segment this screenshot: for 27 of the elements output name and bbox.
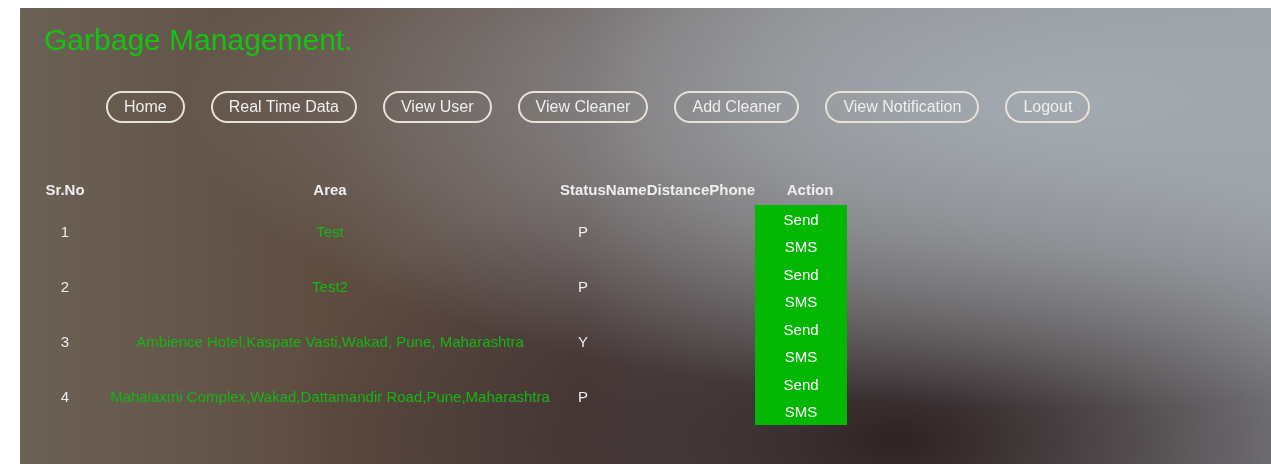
table-cell-text: Ambience Hotel,Kaspate Vasti,Wakad, Pune, Maharashtra [135,332,525,353]
table-cell-text: 1 [59,222,71,243]
nav-button[interactable]: View Notification [825,91,980,123]
site-title: Garbage Management. [43,22,354,58]
table-cell-text: P [576,387,589,408]
column-header: Sr.No [44,179,86,200]
column-header: Name [605,179,647,200]
table-cell-text: Test2 [311,277,349,298]
nav-button[interactable]: View Cleaner [517,91,649,123]
table-cell-text: 2 [59,277,71,298]
nav-button[interactable]: Home [106,91,185,123]
nav-button[interactable]: Logout [1005,91,1091,123]
column-header: Area [100,175,560,205]
table-cell-text: Y [576,332,589,353]
table-cell-text: 3 [59,332,71,353]
table-cell-text: P [576,277,589,298]
table-cell-text: Mahalaxmi Complex,Wakad,Dattamandir Road,Pune,Maharashtra [109,387,551,408]
column-header: Status [560,179,606,200]
column-header: Action [755,175,848,205]
nav-button[interactable]: Add Cleaner [674,91,800,123]
table-cell-text: Test [315,222,345,243]
nav-button[interactable]: Real Time Data [210,91,357,123]
nav-button[interactable]: View User [382,91,492,123]
column-header: Phone [709,175,756,205]
column-header: Distance [646,179,710,200]
table-cell-text: 4 [59,387,71,408]
table-cell-text: P [576,222,589,243]
